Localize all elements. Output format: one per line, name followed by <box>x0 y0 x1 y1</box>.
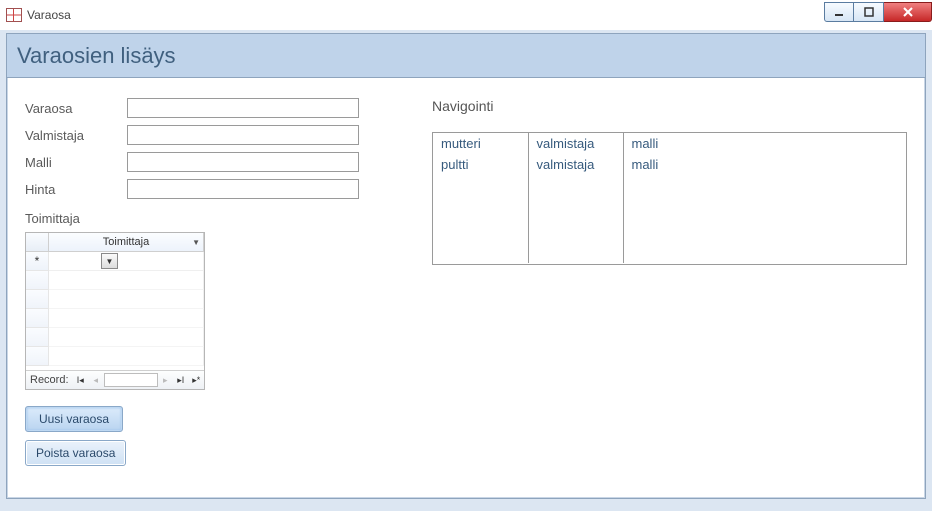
subform-empty-row <box>26 347 204 366</box>
combo-dropdown-button[interactable]: ▼ <box>101 253 118 269</box>
hinta-input[interactable] <box>127 179 359 199</box>
malli-label: Malli <box>25 155 127 170</box>
first-icon: I◂ <box>77 375 84 386</box>
last-icon: ▸I <box>177 375 184 386</box>
new-varaosa-button[interactable]: Uusi varaosa <box>25 406 123 432</box>
left-column: Varaosa Valmistaja Malli Hinta Toimittaj… <box>25 98 422 474</box>
list-cell: mutteri <box>433 133 528 154</box>
subform-column-header[interactable]: Toimittaja ▼ <box>49 233 204 252</box>
chevron-down-icon[interactable]: ▼ <box>192 238 200 247</box>
maximize-button[interactable] <box>854 2 884 22</box>
subform-empty-row <box>26 328 204 347</box>
toimittaja-label: Toimittaja <box>25 211 422 226</box>
subform-empty-row <box>26 290 204 309</box>
record-number-input[interactable] <box>104 373 158 387</box>
delete-varaosa-button[interactable]: Poista varaosa <box>25 440 126 466</box>
subform-header-row: Toimittaja ▼ <box>26 233 204 252</box>
form-body: Varaosa Valmistaja Malli Hinta Toimittaj… <box>7 78 925 494</box>
action-buttons: Uusi varaosa Poista varaosa <box>25 406 422 474</box>
maximize-icon <box>864 7 874 17</box>
minimize-button[interactable] <box>824 2 854 22</box>
nav-prev-button[interactable]: ◂ <box>88 373 104 388</box>
list-cell: malli <box>623 154 906 175</box>
nav-last-button[interactable]: ▸I <box>173 373 189 388</box>
list-cell: valmistaja <box>528 154 623 175</box>
varaosa-label: Varaosa <box>25 101 127 116</box>
form-title: Varaosien lisäys <box>17 43 176 69</box>
field-row-hinta: Hinta <box>25 179 422 199</box>
window-title: Varaosa <box>27 8 71 22</box>
toimittaja-subform[interactable]: Toimittaja ▼ * ▼ <box>25 232 205 390</box>
titlebar[interactable]: Varaosa <box>0 0 932 30</box>
minimize-icon <box>834 7 844 17</box>
window-buttons <box>824 2 932 24</box>
field-row-malli: Malli <box>25 152 422 172</box>
list-item[interactable]: mutteri valmistaja malli <box>433 133 906 154</box>
malli-input[interactable] <box>127 152 359 172</box>
form-header: Varaosien lisäys <box>7 34 925 78</box>
right-column: Navigointi mutteri valmistaja malli pult… <box>422 98 907 474</box>
navigation-listbox[interactable]: mutteri valmistaja malli pultti valmista… <box>432 132 907 265</box>
subform-cell[interactable]: ▼ <box>49 252 204 271</box>
window: Varaosa Varaosien lisäys Varaosa <box>0 0 932 511</box>
list-filler <box>433 175 906 263</box>
subform-select-all[interactable] <box>26 233 49 252</box>
prev-icon: ◂ <box>94 375 99 386</box>
field-row-valmistaja: Valmistaja <box>25 125 422 145</box>
chevron-down-icon: ▼ <box>106 257 114 266</box>
nav-new-button[interactable]: ▸* <box>189 373 205 388</box>
navigation-title: Navigointi <box>432 98 907 114</box>
field-row-varaosa: Varaosa <box>25 98 422 118</box>
list-cell: pultti <box>433 154 528 175</box>
nav-next-button[interactable]: ▸ <box>158 373 174 388</box>
list-item[interactable]: pultti valmistaja malli <box>433 154 906 175</box>
form-frame: Varaosien lisäys Varaosa Valmistaja Mall… <box>6 33 926 499</box>
list-cell: malli <box>623 133 906 154</box>
valmistaja-input[interactable] <box>127 125 359 145</box>
hinta-label: Hinta <box>25 182 127 197</box>
valmistaja-label: Valmistaja <box>25 128 127 143</box>
close-icon <box>903 7 913 17</box>
subform-record-nav: Record: I◂ ◂ ▸ ▸I ▸* <box>26 370 204 389</box>
subform-empty-row <box>26 271 204 290</box>
nav-first-button[interactable]: I◂ <box>73 373 89 388</box>
subform-new-row[interactable]: * ▼ <box>26 252 204 271</box>
new-record-icon: ▸* <box>192 375 200 386</box>
record-nav-label: Record: <box>30 374 69 386</box>
new-row-marker: * <box>26 252 49 271</box>
next-icon: ▸ <box>163 375 168 386</box>
subform-column-header-label: Toimittaja <box>103 236 149 248</box>
form-icon <box>6 8 22 22</box>
varaosa-input[interactable] <box>127 98 359 118</box>
subform-empty-row <box>26 309 204 328</box>
close-button[interactable] <box>884 2 932 22</box>
list-cell: valmistaja <box>528 133 623 154</box>
